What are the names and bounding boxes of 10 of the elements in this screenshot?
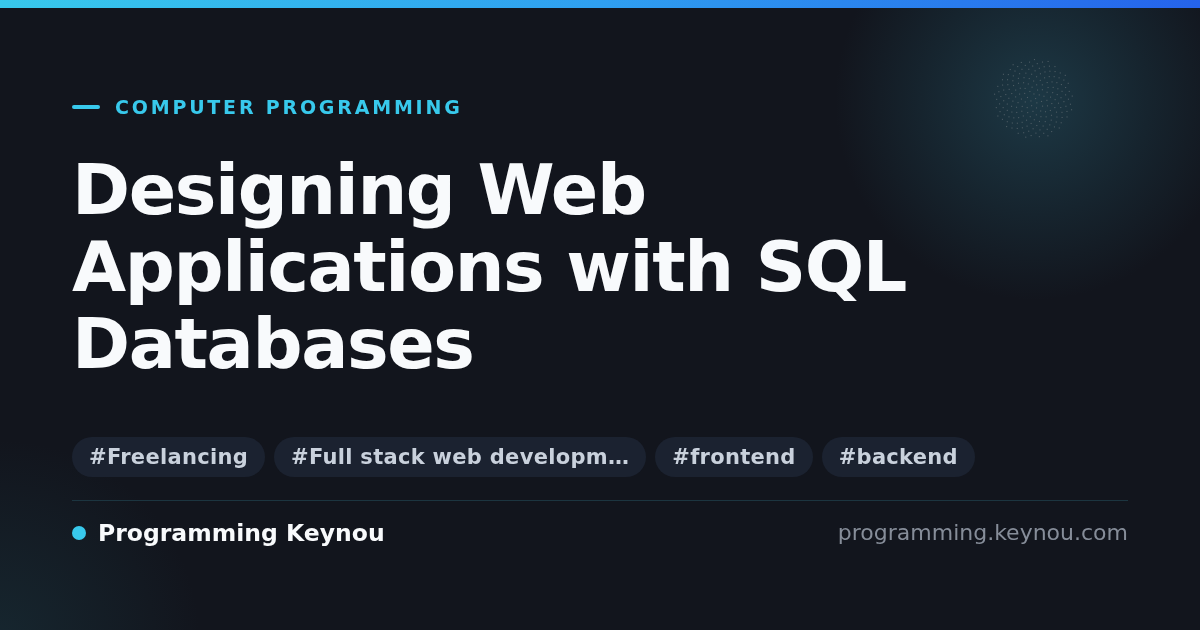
- article-title: Designing Web Applications with SQL Databases: [72, 152, 907, 383]
- category-label: COMPUTER PROGRAMMING: [115, 96, 463, 118]
- hashtag-pill: #backend: [821, 437, 975, 477]
- hashtag-pill: #frontend: [655, 437, 813, 477]
- dot-icon: [72, 526, 86, 540]
- hashtag-pill: #Full stack web developm…: [274, 437, 647, 477]
- site-url: programming.keynou.com: [837, 519, 1128, 547]
- site-name: Programming Keynou: [98, 519, 385, 547]
- dash-icon: [72, 105, 100, 109]
- hashtag-pill: #Freelancing: [72, 437, 265, 477]
